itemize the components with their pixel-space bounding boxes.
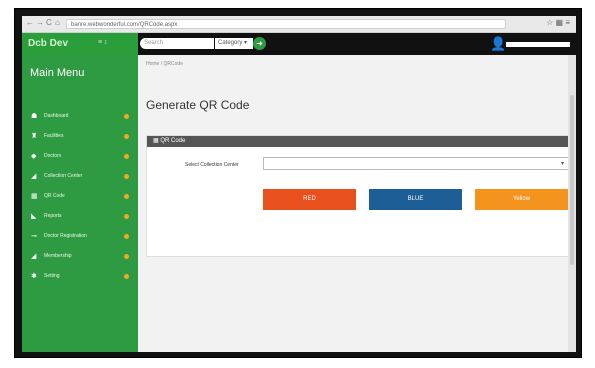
search-go-button[interactable]: ➜ — [253, 37, 266, 50]
red-button[interactable]: RED — [263, 189, 356, 210]
flag-icon: ◢ — [31, 253, 37, 260]
collection-center-select[interactable]: ▾ — [263, 157, 569, 170]
qr-code-panel: ▦ QR Code Select Collection Center ▾ RED… — [146, 135, 572, 257]
badge-dot — [124, 214, 129, 219]
doctor-icon: ◆ — [31, 153, 37, 160]
sidebar-item-doctor-registration[interactable]: ⊸ Doctor Registration — [22, 227, 138, 247]
flag-icon: ◢ — [31, 173, 37, 180]
sidebar-item-label: Collection Center — [44, 173, 83, 179]
forward-icon[interactable]: → — [36, 18, 44, 27]
reload-icon[interactable]: C — [46, 18, 52, 27]
sidebar-item-label: QR Code — [44, 193, 65, 199]
sidebar-item-label: Setting — [44, 273, 60, 279]
sidebar-item-facilities[interactable]: ♜ Facilities — [22, 127, 138, 147]
badge-dot — [124, 274, 129, 279]
badge-dot — [124, 114, 129, 119]
badge-dot — [124, 194, 129, 199]
sidebar-item-doctors[interactable]: ◆ Doctors — [22, 147, 138, 167]
sidebar-item-membership[interactable]: ◢ Membership — [22, 247, 138, 267]
app-header: Dcb Dev ≡ ↕ Search Category ▾ ➜ 👤 ——————… — [22, 33, 576, 55]
key-icon: ⊸ — [31, 233, 37, 240]
scrollbar[interactable] — [568, 55, 576, 352]
category-dropdown[interactable]: Category ▾ — [215, 38, 253, 49]
home-icon[interactable]: ⌂ — [55, 18, 60, 27]
badge-dot — [124, 254, 129, 259]
scroll-thumb[interactable] — [570, 95, 574, 265]
sidebar-menu: ☗ Dashboard ♜ Facilities ◆ Doctors ◢ Col… — [22, 107, 138, 287]
dashboard-icon: ☗ — [31, 113, 38, 120]
browser-menu-icons[interactable]: ☆ ▦ ≡ — [546, 18, 570, 27]
menu-title: Main Menu — [30, 67, 85, 79]
main-content: Home / QRCode Generate QR Code ▦ QR Code… — [138, 55, 576, 352]
sidebar-item-label: Facilities — [44, 133, 64, 139]
badge-dot — [124, 134, 129, 139]
sidebar-item-dashboard[interactable]: ☗ Dashboard — [22, 107, 138, 127]
sidebar-item-setting[interactable]: ✱ Setting — [22, 267, 138, 287]
browser-toolbar: ← → C ⌂ banre.webwonderful.com/QRCode.as… — [22, 16, 576, 33]
sidebar-item-collection-center[interactable]: ◢ Collection Center — [22, 167, 138, 187]
chevron-down-icon: ▾ — [560, 161, 564, 167]
address-bar[interactable]: banre.webwonderful.com/QRCode.aspx — [66, 19, 506, 29]
sidebar-item-reports[interactable]: ◣ Reports — [22, 207, 138, 227]
sidebar: Main Menu ☗ Dashboard ♜ Facilities ◆ Doc… — [22, 55, 138, 352]
user-name[interactable]: —————————— — [506, 42, 570, 47]
sidebar-item-qr-code[interactable]: ▦ QR Code — [22, 187, 138, 207]
user-icon[interactable]: 👤 — [490, 36, 506, 52]
gear-icon: ✱ — [31, 273, 37, 280]
badge-dot — [124, 154, 129, 159]
page-title: Generate QR Code — [146, 98, 250, 112]
sidebar-item-label: Reports — [44, 213, 62, 219]
blue-button[interactable]: BLUE — [369, 189, 462, 210]
badge-dot — [124, 174, 129, 179]
badge-dot — [124, 234, 129, 239]
users-icon: ♜ — [31, 133, 38, 140]
header-toggle-icons[interactable]: ≡ ↕ — [98, 39, 108, 46]
app-logo[interactable]: Dcb Dev — [28, 38, 68, 49]
sidebar-item-label: Doctor Registration — [44, 233, 87, 239]
monitor-frame: ← → C ⌂ banre.webwonderful.com/QRCode.as… — [14, 8, 582, 358]
sidebar-item-label: Membership — [44, 253, 72, 259]
sidebar-item-label: Doctors — [44, 153, 62, 159]
breadcrumb[interactable]: Home / QRCode — [146, 61, 183, 67]
brand-area: Dcb Dev ≡ ↕ — [22, 33, 138, 55]
qr-icon: ▦ — [31, 193, 38, 200]
back-icon[interactable]: ← — [26, 18, 34, 27]
sidebar-item-label: Dashboard — [44, 113, 69, 119]
yellow-button[interactable]: Yellow — [475, 189, 568, 210]
search-input[interactable]: Search — [140, 38, 214, 49]
chart-icon: ◣ — [31, 213, 37, 220]
panel-header: ▦ QR Code — [147, 136, 571, 147]
collection-center-label: Select Collection Center — [185, 162, 239, 168]
browser-window: ← → C ⌂ banre.webwonderful.com/QRCode.as… — [22, 16, 576, 352]
